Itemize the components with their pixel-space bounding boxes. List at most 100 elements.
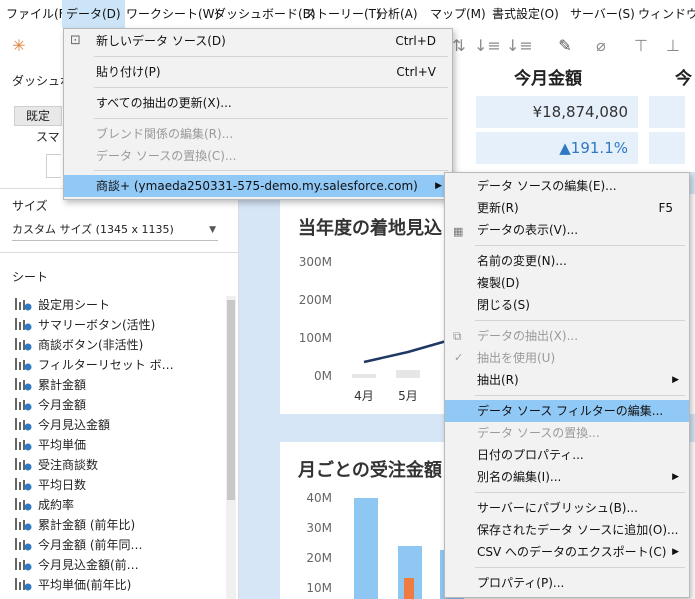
size-section-title: サイズ <box>12 199 48 213</box>
sheet-item[interactable]: 今月見込金額(前… <box>14 555 139 575</box>
sheet-item[interactable]: サマリーボタン(活性) <box>14 315 155 335</box>
text-box-icon[interactable]: ⊤ <box>630 35 652 57</box>
size-dropdown-value: カスタム サイズ (1345 x 1135) <box>12 223 174 236</box>
menu-separator <box>475 567 685 568</box>
chart1-bar <box>396 370 420 378</box>
menu-worksheet[interactable]: ワークシート(W) <box>122 0 223 28</box>
chart1-xtick: 4月 <box>354 389 374 403</box>
sheet-item[interactable]: 平均単価(前年比) <box>14 575 131 595</box>
sheet-item[interactable]: 受注商談数 <box>14 455 98 475</box>
sheet-item[interactable]: 今月見込金額 <box>14 415 110 435</box>
worksheet-icon <box>14 297 32 311</box>
menu-map[interactable]: マップ(M) <box>426 0 490 28</box>
menu-data[interactable]: データ(D) <box>62 0 125 28</box>
sheet-label: 平均日数 <box>38 478 87 492</box>
menu-item-edit-blend-relationships[interactable]: ブレンド関係の編集(R)... <box>64 123 452 145</box>
submenu-item-edit-aliases[interactable]: 別名の編集(I)... ▶ <box>445 466 689 488</box>
submenu-item-export-csv[interactable]: CSV へのデータのエクスポート(C) ▶ <box>445 541 689 563</box>
sheets-scrollbar[interactable] <box>226 296 236 599</box>
worksheet-icon <box>14 557 32 571</box>
submenu-item-add-to-saved-data-sources[interactable]: 保存されたデータ ソースに追加(O)... <box>445 519 689 541</box>
submenu-item-edit-data-source[interactable]: データ ソースの編集(E)... <box>445 175 689 197</box>
sheet-label: 今月見込金額(前… <box>38 558 139 572</box>
sheet-item[interactable]: 累計金額 (前年比) <box>14 515 135 535</box>
submenu-item-close[interactable]: 閉じる(S) <box>445 294 689 316</box>
chart1-bar <box>352 374 376 378</box>
worksheet-icon <box>14 497 32 511</box>
worksheet-icon <box>14 397 32 411</box>
sheet-label: 平均単価(前年比) <box>38 578 132 592</box>
kpi-value: ¥18,874,080 <box>476 96 638 128</box>
sheet-label: 今月金額 (前年同… <box>38 538 143 552</box>
sheet-item[interactable]: 設定用シート <box>14 295 110 315</box>
sheet-label: 今月金額 <box>38 398 87 412</box>
sheet-label: サマリーボタン(活性) <box>38 318 156 332</box>
submenu-item-properties[interactable]: プロパティ(P)... <box>445 572 689 594</box>
paperclip-icon[interactable]: ⌀ <box>590 35 612 57</box>
sheet-item[interactable]: 成約率 <box>14 495 74 515</box>
sheet-item[interactable]: 商談ボタン(非活性) <box>14 335 143 355</box>
submenu-item-replace-data-source[interactable]: データ ソースの置換... <box>445 422 689 444</box>
menu-separator <box>94 56 448 57</box>
menu-item-data-source-salesforce[interactable]: 商談+ (ymaeda250331-575-demo.my.salesforce… <box>64 175 452 197</box>
sort-descending-icon[interactable]: ↓≡ <box>506 35 533 57</box>
sheet-label: 設定用シート <box>38 298 111 312</box>
submenu-item-date-properties[interactable]: 日付のプロパティ... <box>445 444 689 466</box>
submenu-item-publish-to-server[interactable]: サーバーにパブリッシュ(B)... <box>445 497 689 519</box>
chart1-ytick: 200M <box>299 293 332 307</box>
tableau-logo-icon[interactable]: ✳ <box>8 35 30 57</box>
worksheet-icon <box>14 417 32 431</box>
highlight-pen-icon[interactable]: ✎ <box>554 35 576 57</box>
menu-item-replace-data-source[interactable]: データ ソースの置換(C)... <box>64 145 452 167</box>
kpi-next-box <box>649 96 685 128</box>
kpi-next-box-2 <box>649 132 685 164</box>
menu-item-paste[interactable]: 貼り付け(P) Ctrl+V <box>64 61 452 83</box>
chart2-ytick: 10M <box>306 581 332 595</box>
sheet-item[interactable]: 今月金額 <box>14 395 86 415</box>
scrollbar-thumb[interactable] <box>227 300 235 500</box>
size-dropdown[interactable]: カスタム サイズ (1345 x 1135) ▼ <box>12 220 218 241</box>
chart1-title: 当年度の着地見込 <box>298 218 442 239</box>
menu-item-refresh-all-extracts[interactable]: すべての抽出の更新(X)... <box>64 92 452 114</box>
submenu-item-rename[interactable]: 名前の変更(N)... <box>445 250 689 272</box>
submenu-item-use-extract[interactable]: 抽出を使用(U) <box>445 347 689 369</box>
worksheet-icon <box>14 337 32 351</box>
kpi-title: 今月金額 <box>514 69 582 89</box>
menu-separator <box>94 118 448 119</box>
sheet-item[interactable]: フィルターリセット ボ… <box>14 355 174 375</box>
chart2-bar-actual <box>404 578 414 599</box>
submenu-item-view-data[interactable]: データの表示(V)... <box>445 219 689 241</box>
submenu-item-extract[interactable]: 抽出(R) ▶ <box>445 369 689 391</box>
sheet-label: 受注商談数 <box>38 458 99 472</box>
sheet-label: 商談ボタン(非活性) <box>38 338 144 352</box>
sort-ascending-icon-2[interactable]: ↓≡ <box>474 35 501 57</box>
sheet-item[interactable]: 累計金額 <box>14 375 86 395</box>
submenu-item-extract-data[interactable]: データの抽出(X)... <box>445 325 689 347</box>
sheet-item[interactable]: 今月金額 (前年同… <box>14 535 143 555</box>
device-preview-button[interactable] <box>46 154 61 178</box>
submenu-item-duplicate[interactable]: 複製(D) <box>445 272 689 294</box>
submenu-item-refresh[interactable]: 更新(R) F5 <box>445 197 689 219</box>
menu-item-new-data-source[interactable]: 新しいデータ ソース(D) Ctrl+D <box>64 30 452 52</box>
chart2-bar <box>354 498 378 599</box>
default-device-button[interactable]: 既定 <box>14 106 62 126</box>
menu-analysis[interactable]: 分析(A) <box>372 0 422 28</box>
menu-separator <box>94 87 448 88</box>
worksheet-icon <box>14 477 32 491</box>
submenu-item-edit-data-source-filters[interactable]: データ ソース フィルターの編集... <box>445 400 689 422</box>
menu-server[interactable]: サーバー(S) <box>566 0 639 28</box>
chart2-ytick: 40M <box>306 491 332 505</box>
pin-icon[interactable]: ⊥ <box>662 35 684 57</box>
sheet-item[interactable]: 平均日数 <box>14 475 86 495</box>
chart1-xtick: 5月 <box>398 389 418 403</box>
menu-separator <box>475 245 685 246</box>
menu-window[interactable]: ウィンドウ(N <box>634 0 695 28</box>
menu-format[interactable]: 書式設定(O) <box>488 0 563 28</box>
sheet-label: 成約率 <box>38 498 75 512</box>
menu-separator <box>94 170 448 171</box>
worksheet-icon <box>14 577 32 591</box>
chart1-ytick: 300M <box>299 255 332 269</box>
smart-label: スマ <box>36 130 60 144</box>
chart1-line <box>363 338 451 364</box>
sheet-item[interactable]: 平均単価 <box>14 435 86 455</box>
